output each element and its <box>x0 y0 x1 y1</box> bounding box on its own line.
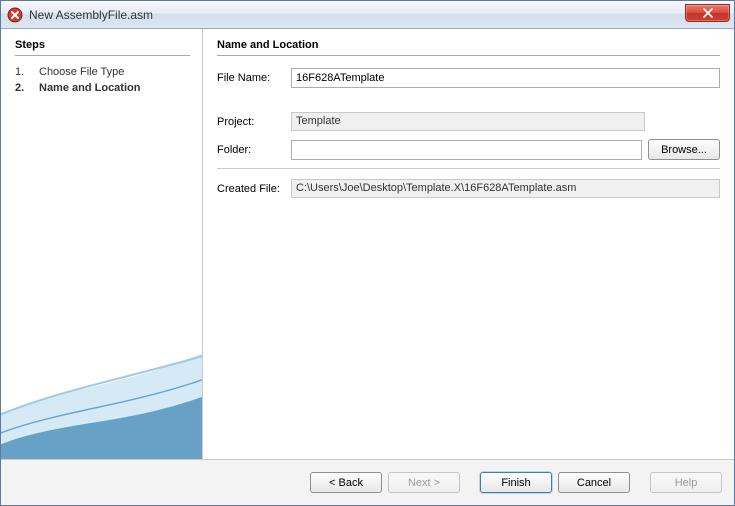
step-label: Name and Location <box>39 80 140 96</box>
createdfile-label: Created File: <box>217 183 285 195</box>
createdfile-row: Created File: C:\Users\Joe\Desktop\Templ… <box>217 179 720 198</box>
steps-list: 1. Choose File Type 2. Name and Location <box>15 64 190 96</box>
steps-panel: Steps 1. Choose File Type 2. Name and Lo… <box>1 29 203 459</box>
divider <box>217 168 720 169</box>
content-heading: Name and Location <box>217 39 720 56</box>
window-title: New AssemblyFile.asm <box>29 8 153 22</box>
close-button[interactable] <box>685 4 730 22</box>
step-number: 2. <box>15 80 29 96</box>
step-item: 2. Name and Location <box>15 80 190 96</box>
cancel-button[interactable]: Cancel <box>558 472 630 493</box>
back-button[interactable]: < Back <box>310 472 382 493</box>
folder-label: Folder: <box>217 144 285 156</box>
next-button: Next > <box>388 472 460 493</box>
steps-heading: Steps <box>15 39 190 56</box>
dialog-body: Steps 1. Choose File Type 2. Name and Lo… <box>1 29 734 459</box>
folder-row: Folder: Browse... <box>217 139 720 160</box>
project-row: Project: Template <box>217 112 720 131</box>
button-bar: < Back Next > Finish Cancel Help <box>1 459 734 505</box>
finish-button[interactable]: Finish <box>480 472 552 493</box>
help-button: Help <box>650 472 722 493</box>
browse-button[interactable]: Browse... <box>648 139 720 160</box>
filename-row: File Name: <box>217 68 720 88</box>
step-label: Choose File Type <box>39 64 124 80</box>
step-item: 1. Choose File Type <box>15 64 190 80</box>
content-panel: Name and Location File Name: Project: Te… <box>203 29 734 459</box>
decorative-swoosh <box>1 249 203 459</box>
step-number: 1. <box>15 64 29 80</box>
filename-input[interactable] <box>291 68 720 88</box>
project-label: Project: <box>217 116 285 128</box>
close-icon <box>703 8 713 18</box>
project-field: Template <box>291 112 645 131</box>
app-icon <box>7 7 23 23</box>
filename-label: File Name: <box>217 72 285 84</box>
folder-input[interactable] <box>291 140 642 160</box>
createdfile-field: C:\Users\Joe\Desktop\Template.X\16F628AT… <box>291 179 720 198</box>
titlebar: New AssemblyFile.asm <box>1 1 734 29</box>
